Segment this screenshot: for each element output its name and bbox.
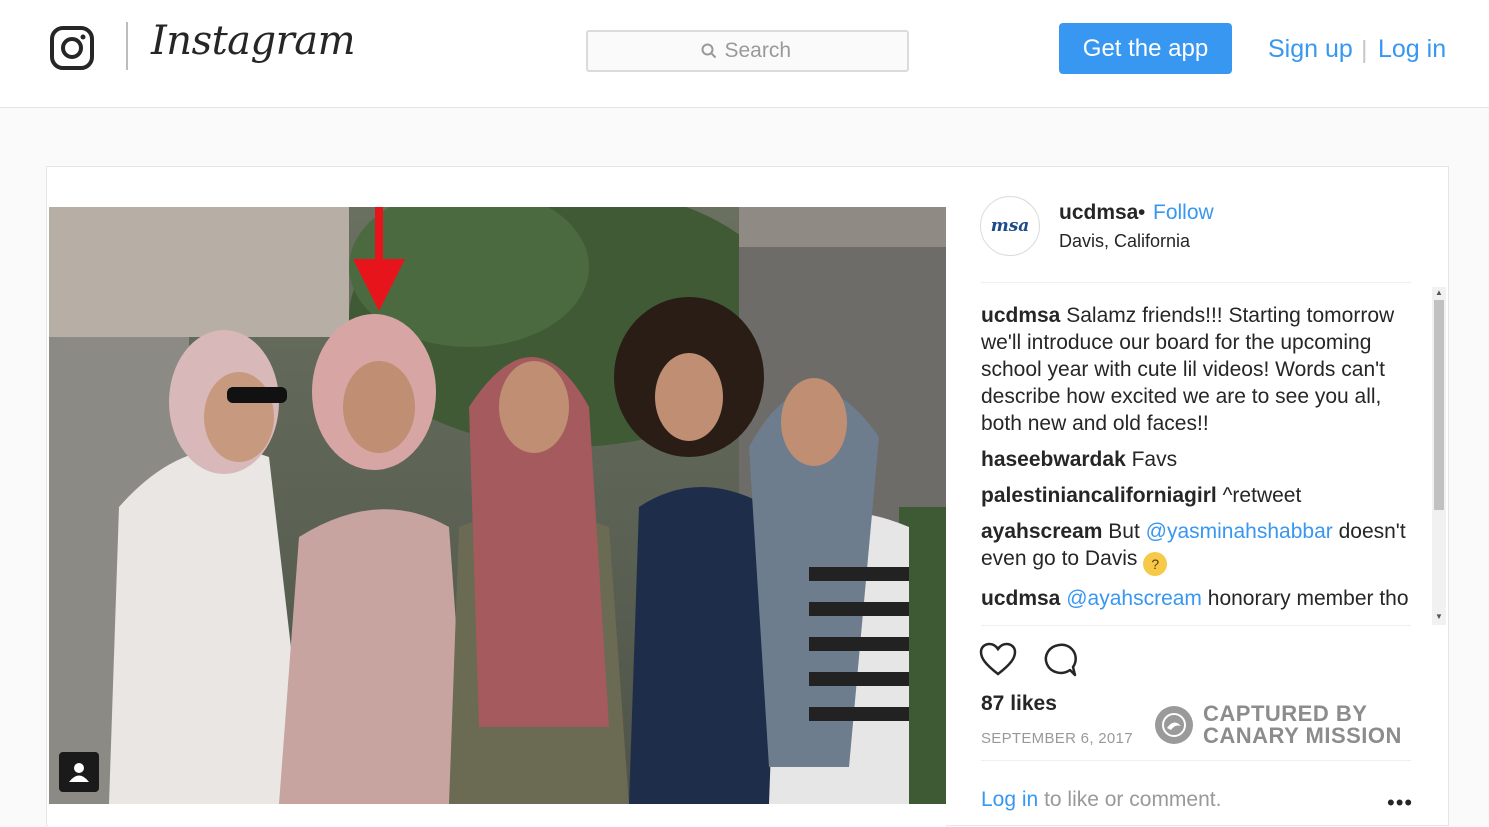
comment-item: haseebwardak Favs — [981, 446, 1411, 473]
search-icon — [701, 43, 716, 59]
comment-item: ayahscream But @yasminahshabbar doesn't … — [981, 518, 1411, 576]
canary-logo-icon — [1155, 706, 1193, 744]
comment-mention[interactable]: @yasminahshabbar — [1146, 520, 1333, 543]
comment-item: palestiniancaliforniagirl ^retweet — [981, 482, 1411, 509]
watermark-line-2: CANARY MISSION — [1203, 723, 1402, 748]
comment-text: But — [1108, 520, 1140, 543]
scroll-down-arrow-icon[interactable]: ▼ — [1433, 612, 1445, 622]
log-in-link[interactable]: Log in — [1378, 35, 1446, 64]
comments-list[interactable]: ucdmsa Salamz friends!!! Starting tomorr… — [981, 302, 1411, 624]
post-photo[interactable] — [49, 207, 946, 804]
comment-username[interactable]: ucdmsa — [981, 587, 1060, 610]
comment-icon[interactable] — [1040, 641, 1078, 679]
comment-username[interactable]: palestiniancaliforniagirl — [981, 484, 1217, 507]
more-options-button[interactable]: ••• — [1387, 790, 1413, 816]
comment-username[interactable]: ucdmsa — [981, 304, 1060, 327]
login-prompt-text: to like or comment. — [1044, 788, 1222, 811]
canary-mission-watermark: CAPTURED BY CANARY MISSION — [1155, 703, 1402, 747]
footer-divider — [981, 760, 1411, 761]
auth-separator: | — [1361, 36, 1368, 64]
comment-mention[interactable]: @ayahscream — [1066, 587, 1202, 610]
follow-button[interactable]: Follow — [1153, 201, 1214, 225]
avatar[interactable]: msa — [980, 196, 1040, 256]
comment-item: ucdmsa @ayahscream honorary member tho — [981, 585, 1411, 612]
user-tag-icon[interactable] — [59, 752, 99, 792]
comment-username[interactable]: haseebwardak — [981, 448, 1126, 471]
post-location[interactable]: Davis, California — [1059, 231, 1190, 252]
scroll-up-arrow-icon[interactable]: ▲ — [1433, 288, 1445, 298]
likes-count[interactable]: 87 likes — [981, 692, 1057, 716]
search-box[interactable] — [586, 30, 909, 72]
login-to-like-link[interactable]: Log in — [981, 788, 1038, 811]
top-navigation-bar: Instagram Get the app Sign up | Log in — [0, 0, 1489, 108]
comments-scrollbar-thumb[interactable] — [1434, 300, 1444, 510]
watermark-text: CAPTURED BY CANARY MISSION — [1203, 703, 1402, 747]
login-prompt: Log in to like or comment. — [981, 788, 1221, 812]
avatar-logo-text: msa — [990, 216, 1030, 236]
logo-divider — [126, 22, 128, 70]
post-media-area — [48, 167, 946, 827]
search-input[interactable] — [724, 39, 795, 63]
username-dot: • — [1138, 201, 1146, 224]
comment-username[interactable]: ayahscream — [981, 520, 1102, 543]
person-silhouette-icon — [69, 763, 89, 782]
instagram-logo-icon[interactable] — [49, 25, 95, 71]
comment-text: honorary member tho — [1207, 587, 1409, 610]
comment-text: Favs — [1131, 448, 1178, 471]
post-username[interactable]: ucdmsa — [1059, 201, 1138, 225]
watermark-line-1: CAPTURED BY — [1203, 701, 1368, 726]
post-date: SEPTEMBER 6, 2017 — [981, 730, 1133, 747]
comment-item: ucdmsa Salamz friends!!! Starting tomorr… — [981, 302, 1411, 437]
sign-up-link[interactable]: Sign up — [1268, 35, 1353, 64]
get-the-app-button[interactable]: Get the app — [1059, 23, 1232, 74]
header-divider — [981, 282, 1411, 283]
comments-divider — [981, 625, 1411, 626]
instagram-wordmark[interactable]: Instagram — [151, 18, 356, 64]
comment-text: ^retweet — [1222, 484, 1302, 507]
heart-icon[interactable] — [979, 641, 1017, 679]
thinking-face-emoji-icon: ? — [1143, 552, 1168, 576]
